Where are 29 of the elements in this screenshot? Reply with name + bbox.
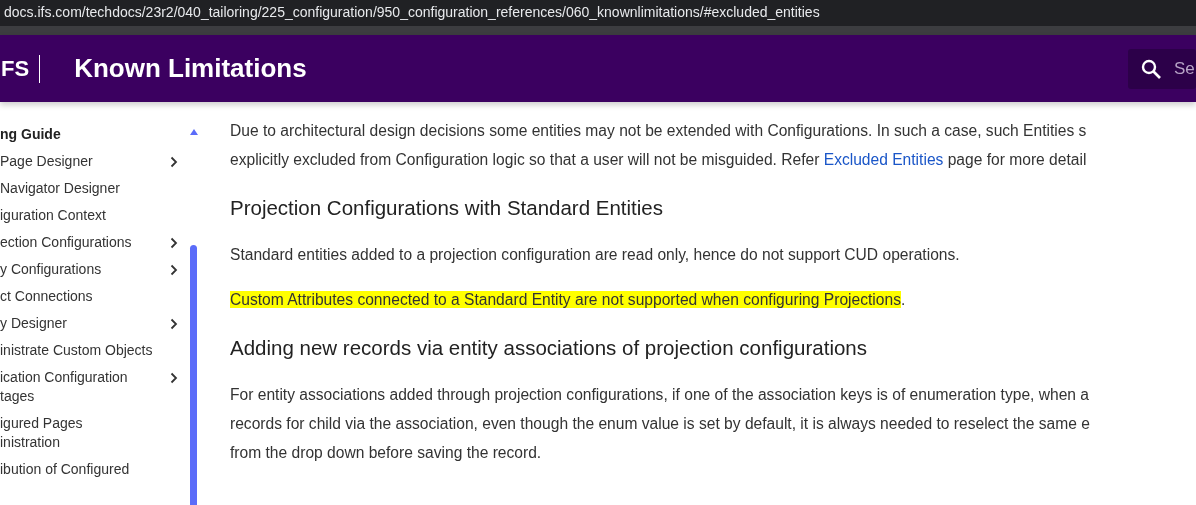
section-heading: Projection Configurations with Standard Entities bbox=[230, 196, 664, 220]
search-icon bbox=[1140, 57, 1162, 80]
section-heading: Adding new records via entity associations of projection configurations bbox=[230, 336, 868, 360]
scrollbar-thumb[interactable] bbox=[190, 245, 197, 505]
excluded-entities-link[interactable]: Excluded Entities bbox=[823, 151, 944, 168]
address-bar[interactable]: docs.ifs.com/techdocs/23r2/040_tailoring/225_configuration/950_configuration_references/060_knownlimitations/#excluded_entities bbox=[0, 0, 1196, 26]
sidebar-item[interactable]: ct Connections bbox=[0, 285, 178, 312]
sidebar-item[interactable]: y Designer bbox=[0, 312, 178, 339]
sidebar-item[interactable]: ibution of Configured bbox=[0, 458, 178, 485]
sidebar-item[interactable]: ication Configuration tages bbox=[0, 366, 178, 412]
sidebar-item[interactable]: ection Configurations bbox=[0, 231, 178, 258]
sidebar-heading[interactable]: ng Guide bbox=[0, 126, 200, 150]
paragraph-line: Custom Attributes connected to a Standard Entity are not supported when configuring Projections. bbox=[230, 291, 906, 308]
paragraph-line: Standard entities added to a projection configuration are read only, hence do not support CUD operations. bbox=[230, 246, 960, 263]
sidebar-item[interactable]: Navigator Designer bbox=[0, 177, 178, 204]
sidebar-item[interactable]: iguration Context bbox=[0, 204, 178, 231]
sidebar-item[interactable]: y Configurations bbox=[0, 258, 178, 285]
search-field[interactable]: Se bbox=[1128, 48, 1196, 89]
page-title: Known Limitations bbox=[74, 53, 307, 84]
paragraph-line: Due to architectural design decisions some entities may not be extended with Configurations. In such a case, such Entities s bbox=[230, 122, 1087, 139]
sidebar-item[interactable]: Page Designer bbox=[0, 150, 178, 177]
paragraph-line: records for child via the association, even though the enum value is set by default, it is always needed to reselect the same e bbox=[230, 415, 1090, 432]
paragraph-line: from the drop down before saving the record. bbox=[230, 444, 542, 461]
sidebar-item[interactable]: igured Pages inistration bbox=[0, 412, 178, 458]
sidebar-item[interactable]: inistrate Custom Objects bbox=[0, 339, 178, 366]
scroll-up-icon[interactable] bbox=[190, 129, 198, 135]
paragraph-line: explicitly excluded from Configuration logic so that a user will not be misguided. Refer Excluded Entities page for more detail bbox=[230, 151, 1087, 168]
paragraph-line: For entity associations added through projection configurations, if one of the association keys is of enumeration type, when a bbox=[230, 386, 1090, 403]
logo[interactable]: FS bbox=[1, 55, 30, 82]
